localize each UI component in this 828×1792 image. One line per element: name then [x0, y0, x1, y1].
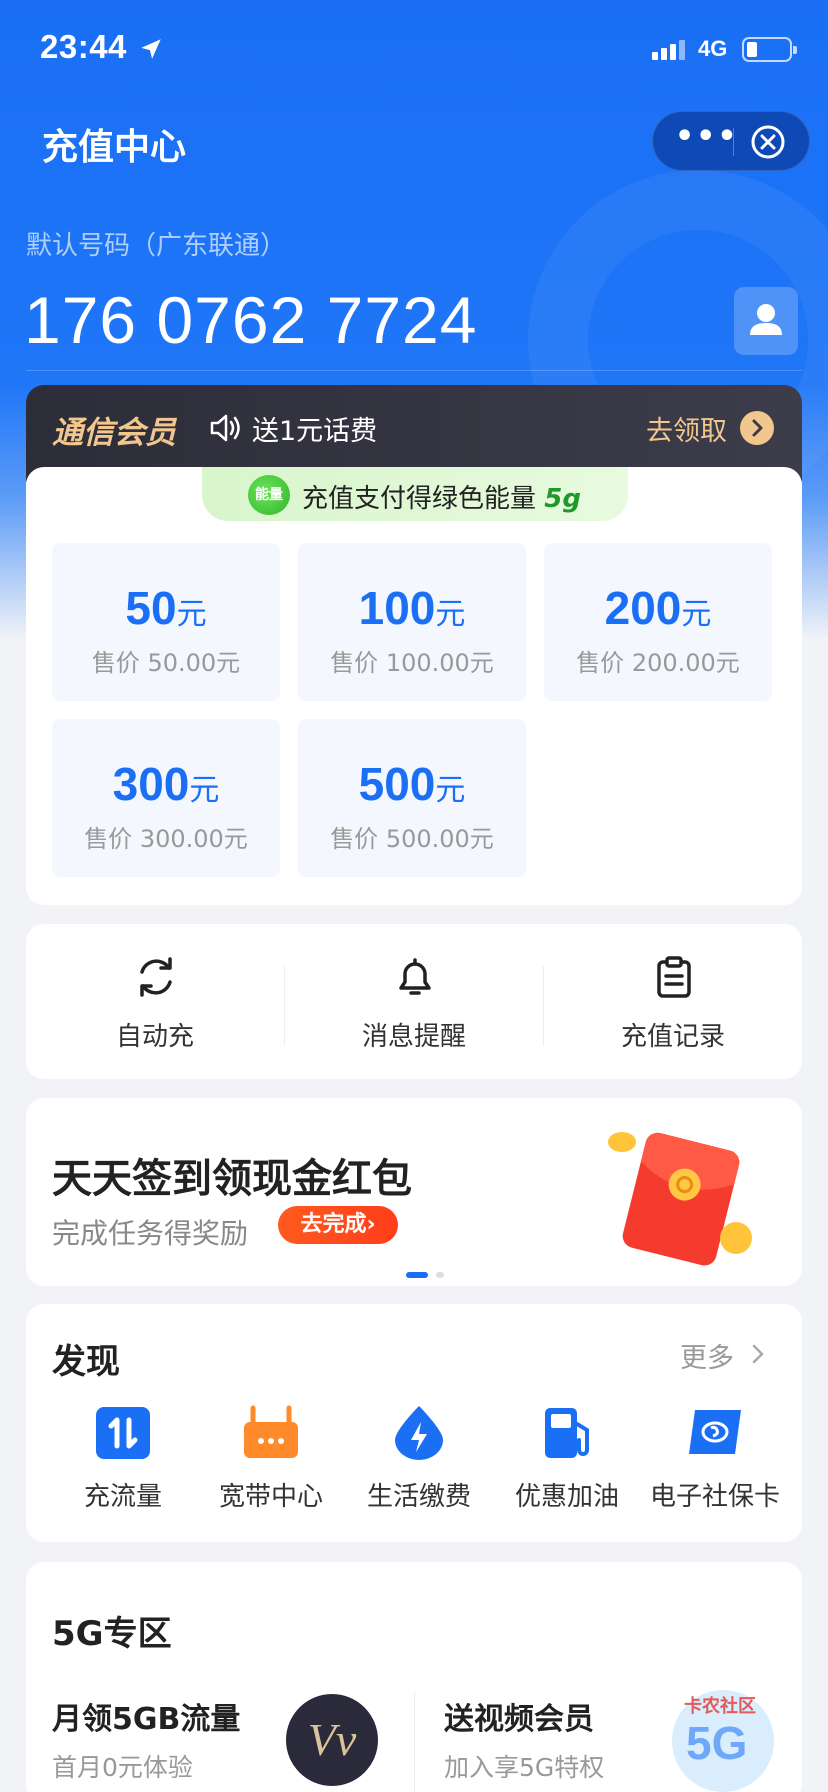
- contact-person-icon: [750, 304, 782, 335]
- utility-drop-icon: [395, 1406, 443, 1460]
- amount-unit: 元: [176, 598, 207, 631]
- recharge-option-300[interactable]: 300元 售价 300.00元: [52, 719, 280, 877]
- recharge-options-card: 能量 充值支付得绿色能量 5g 50元 售价 50.00元 100元 售价 10…: [26, 467, 802, 905]
- bell-icon: [399, 958, 431, 995]
- banner-subtitle: 完成任务得奖励: [52, 1217, 249, 1250]
- divider: [414, 1692, 415, 1792]
- status-bar: 23:44 4G: [0, 0, 828, 96]
- service-social-security-card[interactable]: 电子社保卡: [640, 1404, 790, 1524]
- energy-amount: 5g: [544, 484, 581, 514]
- community-watermark: 卡农社区 5G: [646, 1690, 806, 1792]
- watermark-text: 卡农社区: [684, 1696, 756, 1717]
- more-menu-button[interactable]: •••: [675, 122, 737, 162]
- data-traffic-icon: [96, 1407, 150, 1459]
- section-title: 发现: [52, 1342, 120, 1382]
- service-broadband[interactable]: 宽带中心: [196, 1404, 346, 1524]
- amount-value: 50: [125, 582, 177, 634]
- carousel-indicator: [406, 1272, 466, 1278]
- tool-recharge-history[interactable]: 充值记录: [544, 924, 802, 1079]
- router-icon: [244, 1405, 298, 1458]
- miniapp-capsule: •••: [652, 111, 810, 171]
- tool-auto-recharge[interactable]: 自动充: [26, 924, 284, 1079]
- sale-price: 售价 300.00元: [84, 825, 248, 853]
- recharge-option-100[interactable]: 100元 售价 100.00元: [298, 543, 526, 701]
- service-fuel-discount[interactable]: 优惠加油: [492, 1404, 642, 1524]
- network-type: 4G: [698, 36, 728, 61]
- recharge-option-200[interactable]: 200元 售价 200.00元: [544, 543, 772, 701]
- amount-unit: 元: [435, 598, 466, 631]
- amount-unit: 元: [189, 774, 220, 807]
- button-label: 去完成: [300, 1212, 367, 1237]
- energy-icon: 能量: [248, 475, 290, 515]
- status-time: 23:44: [40, 28, 127, 65]
- fiveg-item-title[interactable]: 月领5GB流量: [52, 1694, 240, 1738]
- contacts-button[interactable]: [734, 287, 798, 355]
- complete-task-button[interactable]: 去完成›: [278, 1206, 398, 1244]
- service-label: 电子社保卡: [649, 1482, 780, 1512]
- tool-label: 自动充: [115, 1022, 194, 1052]
- amount-value: 200: [604, 582, 682, 634]
- tool-label: 充值记录: [620, 1022, 725, 1052]
- social-security-card-icon: [689, 1410, 741, 1454]
- sale-price: 售价 200.00元: [576, 649, 740, 677]
- discover-section: 发现 更多 充流量 宽带中心 生活缴费 优惠加油 电子社保卡: [26, 1304, 802, 1542]
- amount-value: 500: [358, 758, 436, 810]
- refresh-icon: [140, 957, 172, 997]
- tool-label: 消息提醒: [361, 1022, 466, 1052]
- battery-icon: [742, 37, 797, 62]
- speaker-icon: [210, 414, 240, 442]
- capsule-divider: [733, 128, 734, 156]
- amount-unit: 元: [435, 774, 466, 807]
- service-label: 充流量: [83, 1482, 162, 1512]
- fiveg-item-subtitle: 加入享5G特权: [444, 1753, 605, 1782]
- fiveg-item-subtitle: 首月0元体验: [52, 1753, 193, 1782]
- banner-title: 天天签到领现金红包: [52, 1156, 412, 1202]
- chevron-right-icon: ›: [366, 1212, 376, 1237]
- sale-price: 售价 50.00元: [91, 649, 241, 677]
- section-title: 5G专区: [52, 1614, 172, 1654]
- page-title: 充值中心: [42, 127, 187, 168]
- sale-price: 售价 500.00元: [330, 825, 494, 853]
- energy-text: 充值支付得绿色能量: [302, 484, 537, 514]
- sale-price: 售价 100.00元: [330, 649, 494, 677]
- service-data-traffic[interactable]: 充流量: [48, 1404, 198, 1524]
- red-envelope-icon: [608, 1132, 752, 1266]
- close-miniapp-button[interactable]: [749, 123, 787, 161]
- divider: [26, 370, 802, 371]
- amount-unit: 元: [681, 598, 712, 631]
- checkin-banner[interactable]: 天天签到领现金红包 完成任务得奖励 去完成›: [26, 1098, 802, 1286]
- claim-link[interactable]: 去领取: [646, 409, 727, 448]
- chevron-right-icon: [752, 1344, 764, 1364]
- tool-message-reminder[interactable]: 消息提醒: [285, 924, 543, 1079]
- chevron-right-icon: [740, 411, 774, 445]
- amount-value: 300: [112, 758, 190, 810]
- amount-value: 100: [358, 582, 436, 634]
- member-title: 通信会员: [52, 415, 176, 451]
- fuel-pump-icon: [545, 1408, 589, 1458]
- service-utility-bills[interactable]: 生活缴费: [344, 1404, 494, 1524]
- signal-icon: [652, 38, 688, 60]
- video-vip-logo: Vv: [286, 1694, 378, 1786]
- quick-tools-card: 自动充 消息提醒 充值记录: [26, 924, 802, 1079]
- more-link[interactable]: 更多: [680, 1336, 734, 1375]
- green-energy-banner: 能量 充值支付得绿色能量 5g: [202, 467, 628, 521]
- default-number-label: 默认号码（广东联通）: [26, 231, 287, 261]
- clipboard-icon: [657, 956, 691, 998]
- member-gift-text: 送1元话费: [252, 416, 378, 447]
- service-label: 生活缴费: [366, 1482, 471, 1512]
- location-arrow-icon: [141, 39, 161, 59]
- recharge-option-50[interactable]: 50元 售价 50.00元: [52, 543, 280, 701]
- service-label: 优惠加油: [514, 1482, 619, 1512]
- fiveg-item-title[interactable]: 送视频会员: [444, 1694, 594, 1738]
- recharge-option-500[interactable]: 500元 售价 500.00元: [298, 719, 526, 877]
- watermark-5g: 5G: [686, 1717, 748, 1769]
- service-label: 宽带中心: [218, 1482, 323, 1512]
- phone-number-input[interactable]: 176 0762 7724: [24, 282, 477, 358]
